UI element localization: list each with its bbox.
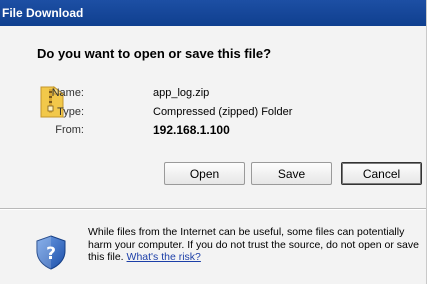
dialog-question: Do you want to open or save this file? — [37, 46, 272, 61]
whats-the-risk-link[interactable]: What's the risk? — [127, 251, 201, 263]
file-download-dialog: File Download Do you want to open or sav… — [0, 0, 427, 284]
save-button[interactable]: Save — [251, 162, 332, 185]
dialog-title: File Download — [0, 0, 426, 26]
file-type-label: Type: — [57, 106, 84, 118]
file-from-label: From: — [55, 124, 84, 136]
open-button[interactable]: Open — [164, 162, 245, 185]
file-type-value: Compressed (zipped) Folder — [153, 106, 293, 118]
file-from-value: 192.168.1.100 — [153, 123, 230, 137]
security-warning: While files from the Internet can be use… — [88, 226, 424, 264]
question-shield-icon: ? — [36, 235, 66, 270]
divider — [0, 208, 426, 210]
file-name-value: app_log.zip — [153, 87, 210, 99]
cancel-button[interactable]: Cancel — [341, 162, 422, 185]
file-name-label: Name: — [51, 87, 84, 99]
svg-text:?: ? — [46, 244, 56, 264]
